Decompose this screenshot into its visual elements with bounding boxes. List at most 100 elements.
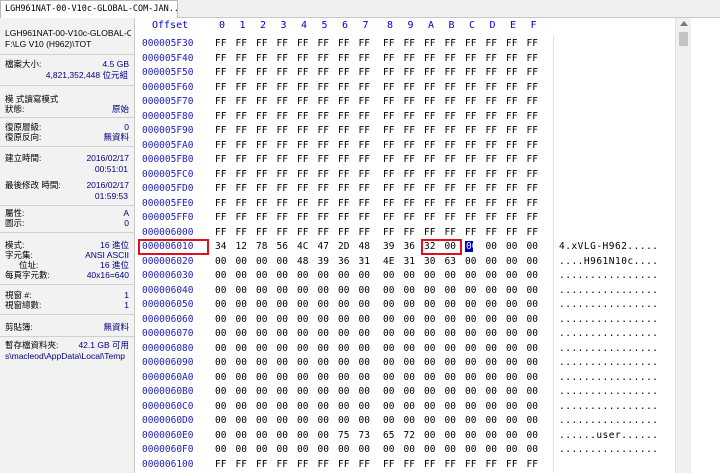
hex-byte[interactable]: FF: [383, 96, 394, 107]
hex-byte[interactable]: FF: [338, 198, 349, 209]
hex-byte[interactable]: FF: [236, 96, 247, 107]
hex-byte[interactable]: 00: [215, 343, 226, 354]
hex-byte[interactable]: 00: [527, 343, 538, 354]
hex-byte[interactable]: 48: [359, 241, 370, 252]
hex-byte[interactable]: 00: [277, 357, 288, 368]
hex-byte[interactable]: 00: [318, 343, 329, 354]
hex-byte[interactable]: FF: [256, 183, 267, 194]
hex-byte[interactable]: FF: [383, 111, 394, 122]
hex-byte[interactable]: FF: [338, 38, 349, 49]
hex-byte[interactable]: 00: [486, 415, 497, 426]
hex-byte[interactable]: 00: [297, 401, 308, 412]
hex-byte[interactable]: 47: [318, 241, 329, 252]
row-offset[interactable]: 000005FE0: [142, 198, 193, 209]
hex-byte[interactable]: FF: [359, 67, 370, 78]
hex-byte[interactable]: 00: [465, 357, 476, 368]
hex-byte[interactable]: 00: [297, 285, 308, 296]
hex-byte[interactable]: FF: [383, 459, 394, 470]
hex-byte[interactable]: 00: [277, 401, 288, 412]
hex-byte[interactable]: 00: [424, 285, 435, 296]
hex-byte[interactable]: 00: [236, 415, 247, 426]
hex-byte[interactable]: FF: [256, 459, 267, 470]
hex-byte[interactable]: FF: [527, 82, 538, 93]
hex-byte[interactable]: FF: [277, 198, 288, 209]
hex-byte[interactable]: 00: [338, 343, 349, 354]
hex-byte[interactable]: FF: [404, 459, 415, 470]
hex-byte[interactable]: 00: [404, 386, 415, 397]
ascii-text[interactable]: ................: [559, 270, 659, 281]
hex-byte[interactable]: FF: [277, 227, 288, 238]
hex-byte[interactable]: FF: [527, 459, 538, 470]
hex-byte[interactable]: FF: [236, 67, 247, 78]
hex-byte[interactable]: FF: [236, 169, 247, 180]
hex-byte[interactable]: FF: [318, 169, 329, 180]
hex-byte[interactable]: 00: [404, 285, 415, 296]
hex-byte[interactable]: 00: [424, 314, 435, 325]
hex-byte[interactable]: 00: [318, 357, 329, 368]
hex-byte[interactable]: FF: [404, 154, 415, 165]
hex-byte[interactable]: 00: [277, 444, 288, 455]
hex-byte[interactable]: 00: [236, 285, 247, 296]
hex-byte[interactable]: 00: [383, 299, 394, 310]
hex-byte[interactable]: 00: [236, 357, 247, 368]
hex-byte[interactable]: 00: [506, 401, 517, 412]
hex-byte[interactable]: FF: [445, 183, 456, 194]
hex-byte[interactable]: FF: [404, 82, 415, 93]
hex-byte[interactable]: 00: [527, 328, 538, 339]
hex-byte[interactable]: 00: [236, 401, 247, 412]
hex-byte[interactable]: FF: [383, 169, 394, 180]
hex-byte[interactable]: 00: [486, 328, 497, 339]
hex-byte[interactable]: FF: [359, 212, 370, 223]
hex-byte[interactable]: FF: [359, 183, 370, 194]
hex-byte[interactable]: 75: [338, 430, 349, 441]
hex-byte[interactable]: 00: [297, 328, 308, 339]
hex-byte[interactable]: 00: [338, 444, 349, 455]
hex-byte[interactable]: FF: [445, 212, 456, 223]
hex-byte[interactable]: 2D: [338, 241, 349, 252]
hex-byte[interactable]: 00: [527, 430, 538, 441]
hex-byte[interactable]: 00: [256, 328, 267, 339]
hex-byte[interactable]: FF: [404, 38, 415, 49]
hex-byte[interactable]: FF: [527, 212, 538, 223]
row-offset[interactable]: 000005F80: [142, 111, 193, 122]
hex-byte[interactable]: FF: [383, 212, 394, 223]
hex-byte[interactable]: 00: [236, 299, 247, 310]
hex-byte[interactable]: FF: [383, 125, 394, 136]
hex-byte[interactable]: 00: [359, 343, 370, 354]
hex-byte[interactable]: FF: [338, 111, 349, 122]
hex-byte[interactable]: 00: [318, 444, 329, 455]
hex-byte[interactable]: FF: [236, 82, 247, 93]
hex-byte[interactable]: FF: [215, 125, 226, 136]
hex-byte[interactable]: 00: [318, 270, 329, 281]
hex-byte[interactable]: 00: [256, 386, 267, 397]
hex-byte[interactable]: 00: [404, 372, 415, 383]
hex-byte[interactable]: 00: [465, 386, 476, 397]
hex-byte[interactable]: FF: [527, 125, 538, 136]
hex-byte[interactable]: FF: [277, 38, 288, 49]
hex-byte[interactable]: FF: [236, 227, 247, 238]
hex-byte[interactable]: FF: [506, 67, 517, 78]
hex-byte[interactable]: FF: [424, 169, 435, 180]
hex-byte[interactable]: 00: [445, 299, 456, 310]
hex-byte[interactable]: 36: [404, 241, 415, 252]
hex-byte[interactable]: FF: [445, 459, 456, 470]
hex-byte[interactable]: FF: [486, 96, 497, 107]
hex-byte[interactable]: FF: [486, 111, 497, 122]
hex-byte[interactable]: 00: [277, 314, 288, 325]
hex-byte[interactable]: 00: [215, 256, 226, 267]
hex-byte[interactable]: 00: [465, 372, 476, 383]
hex-byte[interactable]: FF: [318, 459, 329, 470]
hex-byte[interactable]: 00: [318, 401, 329, 412]
hex-byte[interactable]: FF: [256, 125, 267, 136]
cursor-byte[interactable]: 00: [465, 241, 473, 252]
hex-byte[interactable]: FF: [486, 125, 497, 136]
hex-byte[interactable]: FF: [277, 459, 288, 470]
hex-byte[interactable]: 00: [506, 256, 517, 267]
hex-byte[interactable]: FF: [236, 38, 247, 49]
hex-byte[interactable]: FF: [445, 111, 456, 122]
hex-byte[interactable]: FF: [256, 154, 267, 165]
hex-byte[interactable]: 48: [297, 256, 308, 267]
hex-byte[interactable]: 00: [277, 328, 288, 339]
hex-byte[interactable]: FF: [404, 53, 415, 64]
hex-byte[interactable]: 00: [297, 386, 308, 397]
